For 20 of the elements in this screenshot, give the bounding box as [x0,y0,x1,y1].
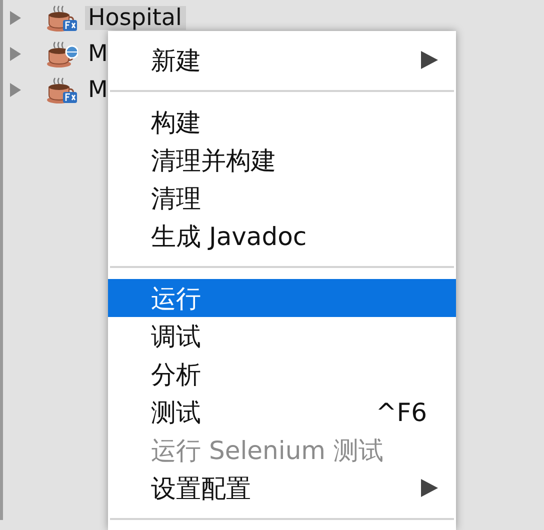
tree-item[interactable]: Hospital [85,6,186,30]
menu-item[interactable]: 新建 [108,41,456,79]
shortcut-label: ^F6 [376,398,427,426]
menu-item[interactable]: 分析 [108,355,456,393]
menu-item[interactable]: 生成 Javadoc [108,217,456,255]
menu-item[interactable]: 调试 [108,317,456,355]
tree-item[interactable]: M [85,78,108,102]
menu-item[interactable]: 构建 [108,103,456,141]
menu-item[interactable]: 测试 ^F6 [108,393,456,431]
tree-item[interactable]: M [85,42,108,66]
menu-item[interactable]: 设置配置 [108,469,456,507]
menu-item[interactable]: 清理 [108,179,456,217]
expand-arrow-icon[interactable] [10,83,21,97]
menu-item[interactable]: 清理并构建 [108,141,456,179]
coffee-cup-icon [46,76,78,104]
coffee-cup-icon [46,40,78,68]
menu-item[interactable]: 运行 [108,279,456,317]
coffee-cup-icon [46,4,78,32]
expand-arrow-icon[interactable] [10,47,21,61]
expand-arrow-icon[interactable] [10,11,21,25]
